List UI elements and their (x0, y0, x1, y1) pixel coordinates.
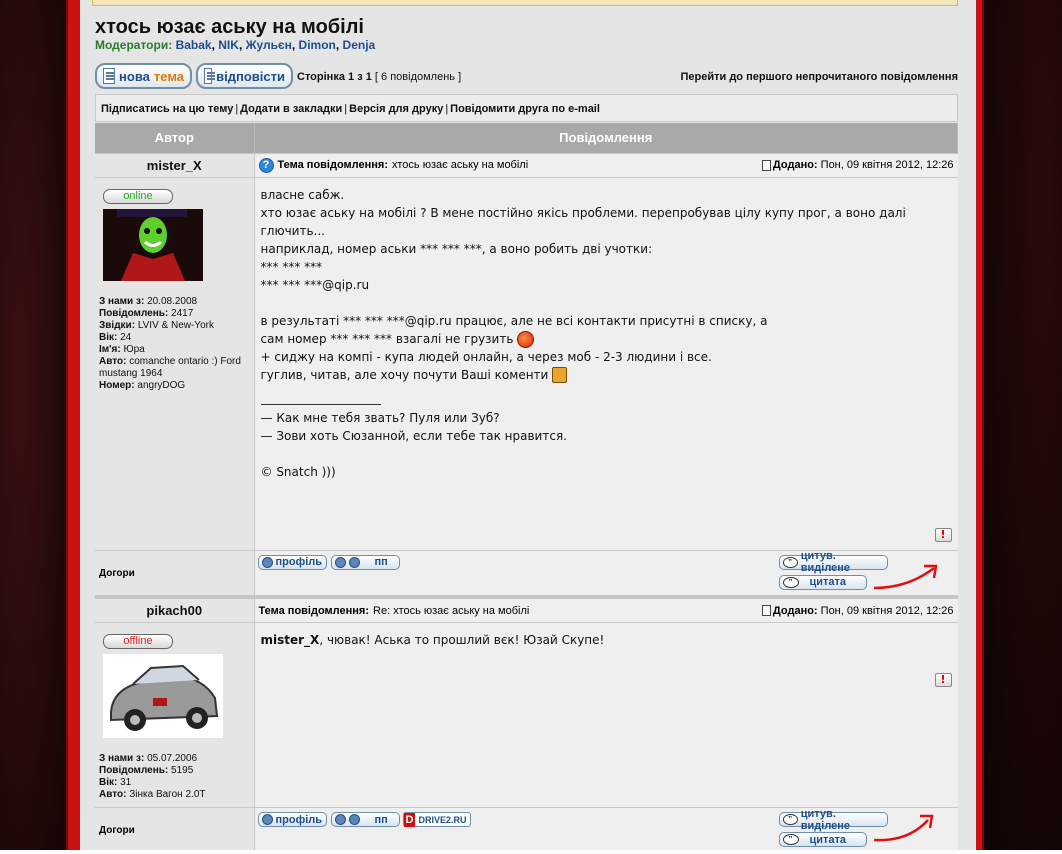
moderator-link[interactable]: Denja (343, 38, 376, 52)
posts-table: Автор Повідомлення mister_X ? Тема повід… (95, 123, 958, 852)
post-body: власне сабж. хто юзає аську на мобілі ? … (255, 178, 958, 550)
notice-strip (92, 0, 958, 6)
signature-line: — Как мне тебя звать? Пуля или Зуб? (260, 410, 500, 425)
new-topic-button[interactable]: нова тема (95, 63, 192, 89)
private-message-button[interactable]: пп (330, 812, 400, 827)
post-content-row: online З нами з: 20.08.2008 Повідомлень:… (95, 177, 958, 550)
moderator-link[interactable]: Babak (176, 38, 212, 52)
quote-bubble-icon: ” (782, 814, 798, 825)
question-icon: ? (258, 157, 274, 173)
author-profile-info: З нами з: 05.07.2006 Повідомлень: 5195 В… (99, 753, 206, 800)
avatar (103, 654, 223, 738)
print-link[interactable]: Версія для друку (349, 103, 443, 115)
moderators-label: Модератори: (95, 38, 173, 52)
quote-bubble-icon: ” (782, 556, 798, 568)
jump-unread-link[interactable]: Перейти до першого непрочитаного повідом… (680, 71, 958, 83)
beer-smiley-icon (552, 367, 568, 383)
post-header: mister_X ? Тема повідомлення: хтось юзає… (95, 152, 958, 178)
moderator-link[interactable]: NIK (218, 38, 239, 52)
quote-button[interactable]: ” цитата (778, 832, 867, 847)
moderators-line: Модератори: Babak, NIK, Жульєн, Dimon, D… (95, 38, 376, 52)
post-footer: Догори профіль пп ” цитув. виділене ” цита… (95, 549, 958, 595)
document-icon (204, 68, 216, 84)
angry-smiley-icon (517, 330, 535, 348)
message-column-header: Повідомлення (254, 123, 958, 153)
report-post-button[interactable]: ! (934, 673, 952, 687)
quote-button[interactable]: ” цитата (778, 574, 867, 590)
author-profile-info: З нами з: 20.08.2008 Повідомлень: 2417 З… (99, 295, 241, 391)
background-right (982, 0, 1062, 854)
user-icon (261, 814, 273, 825)
quoted-user: mister_X (260, 633, 320, 647)
signature-line: © Snatch ))) (260, 464, 336, 479)
pagination-info: Сторінка 1 з 1 [ 6 повідомлень ] (297, 71, 462, 83)
back-to-top-link[interactable]: Догори (95, 808, 254, 836)
back-to-top-link[interactable]: Догори (95, 551, 254, 579)
background-left (0, 0, 66, 854)
post-link-icon[interactable] (761, 605, 771, 617)
online-status-badge: online (103, 188, 173, 204)
profile-button[interactable]: профіль (257, 812, 327, 827)
post-footer: Догори профіль пп D DRIVE2.RU ” цитув. вид… (95, 807, 958, 852)
signature-divider (260, 403, 381, 405)
annotation-arrow (873, 814, 934, 842)
users-icon (334, 814, 346, 825)
post-subject: хтось юзає аську на мобілі (392, 159, 529, 171)
drive2-button[interactable]: D DRIVE2.RU (402, 812, 471, 827)
users-icon (334, 556, 346, 568)
post-date: Пон, 09 квітня 2012, 12:26 (820, 604, 954, 617)
moderator-link[interactable]: Dimon (299, 38, 336, 52)
annotation-arrow (873, 564, 938, 590)
post-content-row: offline З нами з: 05.07.2006 Повідомлень… (95, 622, 958, 808)
private-message-button[interactable]: пп (330, 554, 400, 570)
signature-line: — Зови хоть Сюзанной, если тебе так нрав… (260, 428, 567, 443)
subscribe-link[interactable]: Підписатись на цю тему (101, 103, 233, 115)
profile-button[interactable]: профіль (257, 554, 327, 570)
report-post-button[interactable]: ! (934, 527, 952, 542)
topic-title: хтось юзає аську на мобілі (95, 16, 364, 38)
reply-button[interactable]: відповісти (196, 63, 293, 89)
quote-bubble-icon: ” (782, 834, 799, 845)
post-author[interactable]: pikach00 (95, 603, 254, 618)
document-icon (103, 68, 116, 84)
drive2-logo-icon: D (403, 812, 416, 827)
window-bottom-edge (0, 850, 1062, 854)
post-link-icon[interactable] (761, 159, 771, 171)
moderator-link[interactable]: Жульєн (246, 38, 292, 52)
quote-bubble-icon: ” (782, 576, 799, 588)
avatar (103, 208, 203, 281)
post-subject: Re: хтось юзає аську на мобілі (373, 604, 530, 617)
author-column-header: Автор (95, 123, 255, 153)
post-count: [ 6 повідомлень ] (374, 71, 462, 83)
user-icon (261, 556, 273, 568)
topic-actions-bar: Підписатись на цю тему | Додати в закладки… (95, 94, 958, 122)
post-header: pikach00 Тема повідомлення: Re: хтось юз… (95, 598, 958, 623)
post-author[interactable]: mister_X (95, 158, 254, 173)
post-body: mister_X, чювак! Аська то прошлий вєк! Ю… (255, 623, 958, 807)
offline-status-badge: offline (103, 634, 173, 649)
post-date: Пон, 09 квітня 2012, 12:26 (820, 159, 954, 171)
email-friend-link[interactable]: Повідомити друга по e-mail (450, 103, 600, 115)
bookmark-link[interactable]: Додати в закладки (240, 103, 342, 115)
